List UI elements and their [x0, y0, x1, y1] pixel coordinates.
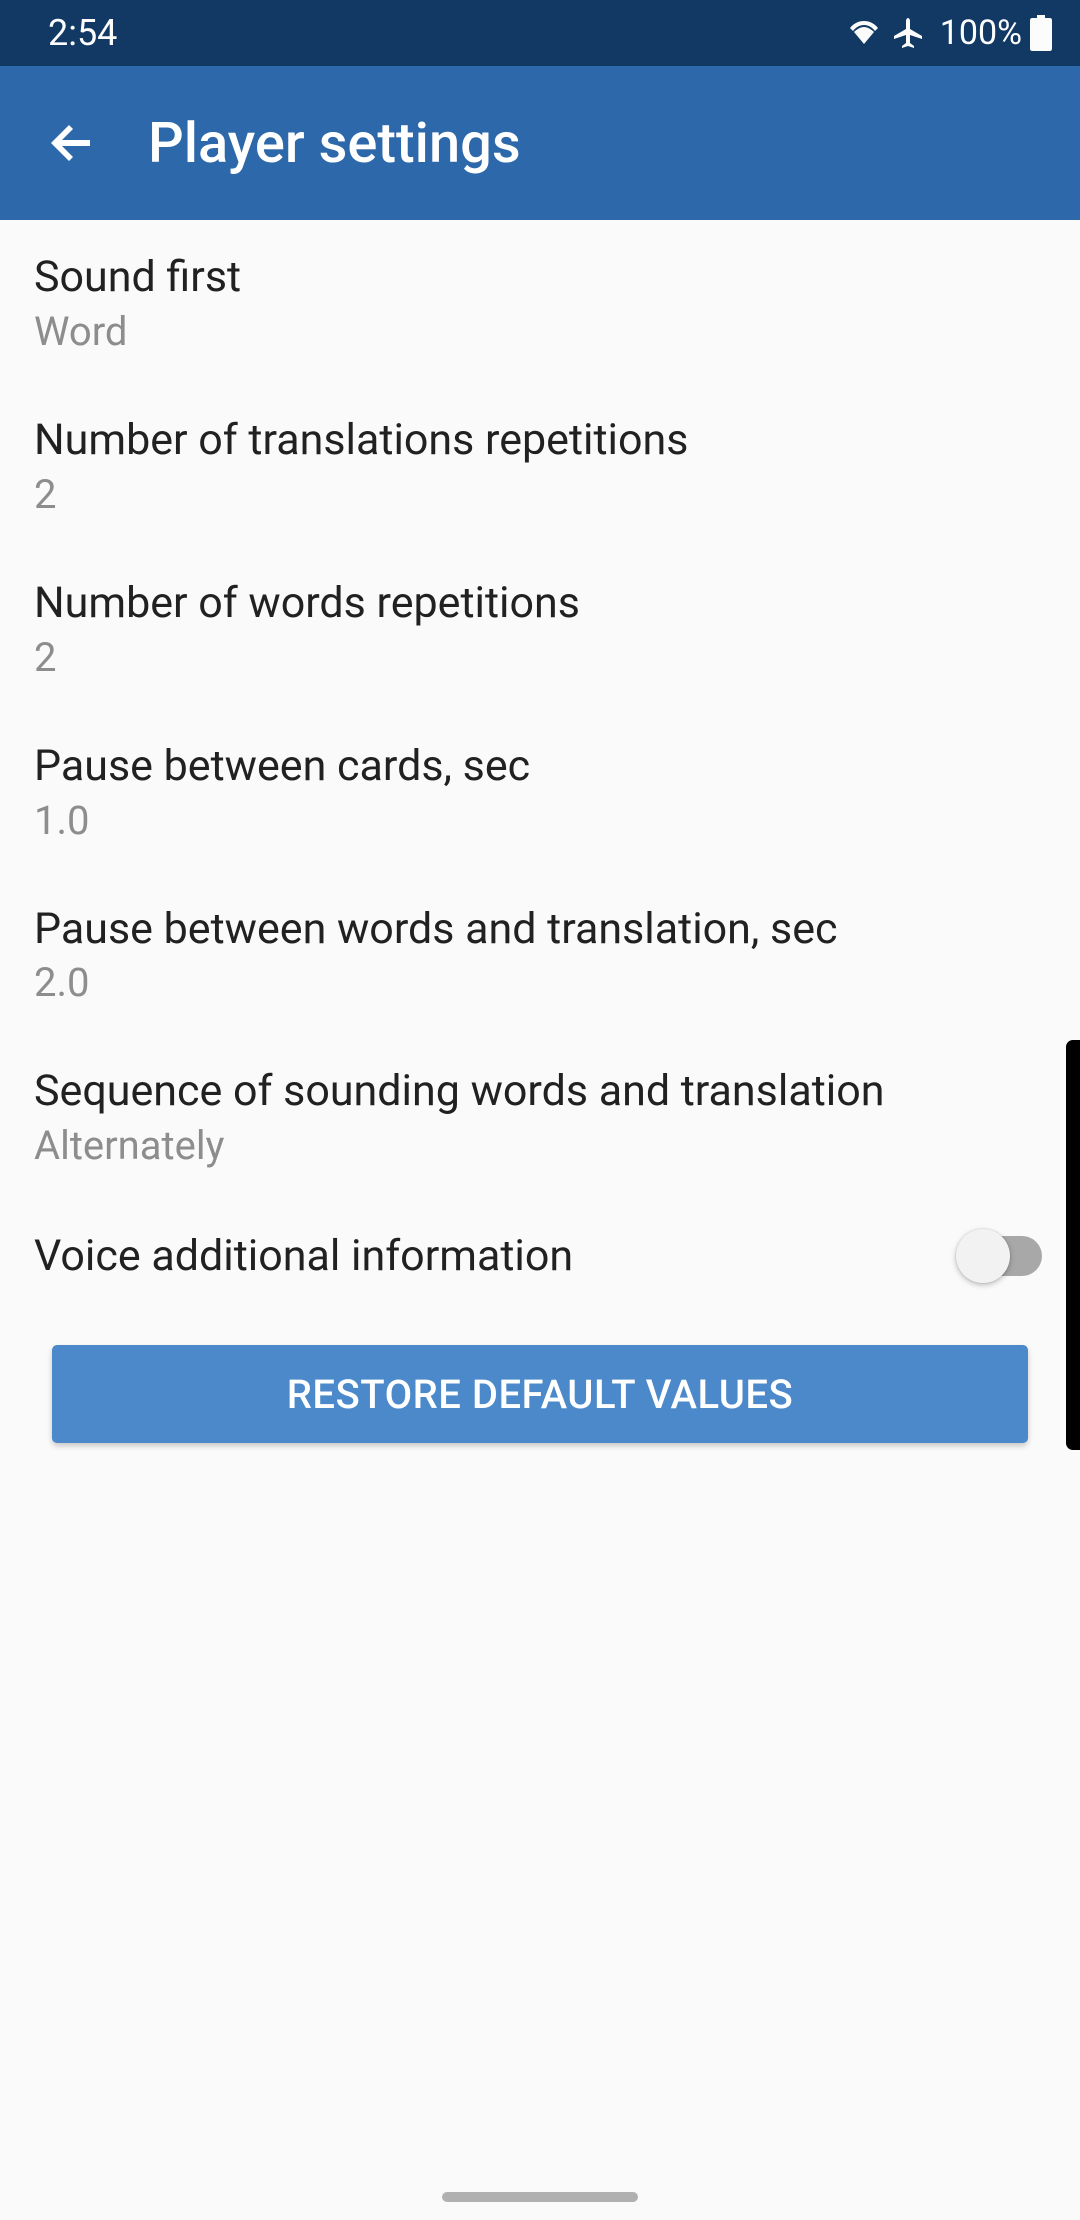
setting-words-reps[interactable]: Number of words repetitions 2 [0, 546, 1080, 709]
setting-value: 2.0 [34, 959, 1046, 1006]
airplane-icon [890, 15, 926, 51]
wifi-icon [846, 18, 882, 48]
setting-title: Number of words repetitions [34, 576, 1046, 632]
setting-value: 2 [34, 471, 1046, 518]
setting-pause-word-translation[interactable]: Pause between words and translation, sec… [0, 872, 1080, 1035]
setting-value: Word [34, 308, 1046, 355]
toggle-switch[interactable] [956, 1229, 1046, 1283]
setting-sequence[interactable]: Sequence of sounding words and translati… [0, 1034, 1080, 1197]
setting-translations-reps[interactable]: Number of translations repetitions 2 [0, 383, 1080, 546]
setting-title: Pause between words and translation, sec [34, 902, 1046, 958]
setting-title: Pause between cards, sec [34, 739, 1046, 795]
status-bar: 2:54 100% [0, 0, 1080, 66]
setting-value: 2 [34, 634, 1046, 681]
battery-percent: 100% [940, 13, 1022, 53]
setting-value: Alternately [34, 1122, 1046, 1169]
setting-title: Sound first [34, 250, 1046, 306]
setting-pause-cards[interactable]: Pause between cards, sec 1.0 [0, 709, 1080, 872]
nav-home-handle[interactable] [442, 2192, 638, 2202]
settings-list: Sound first Word Number of translations … [0, 220, 1080, 1469]
scroll-indicator[interactable] [1066, 1040, 1080, 1450]
setting-title: Voice additional information [34, 1231, 573, 1281]
status-icons: 100% [846, 13, 1052, 53]
battery-icon [1030, 15, 1052, 51]
back-button[interactable] [24, 95, 120, 191]
restore-button-container: RESTORE DEFAULT VALUES [0, 1319, 1080, 1469]
setting-title: Number of translations repetitions [34, 413, 1046, 469]
setting-title: Sequence of sounding words and translati… [34, 1064, 1046, 1120]
arrow-left-icon [46, 117, 98, 169]
setting-sound-first[interactable]: Sound first Word [0, 220, 1080, 383]
setting-value: 1.0 [34, 797, 1046, 844]
app-bar: Player settings [0, 66, 1080, 220]
toggle-thumb [956, 1229, 1010, 1283]
status-time: 2:54 [48, 12, 117, 54]
page-title: Player settings [148, 110, 521, 176]
setting-voice-additional[interactable]: Voice additional information [0, 1197, 1080, 1319]
restore-defaults-button[interactable]: RESTORE DEFAULT VALUES [52, 1345, 1028, 1443]
